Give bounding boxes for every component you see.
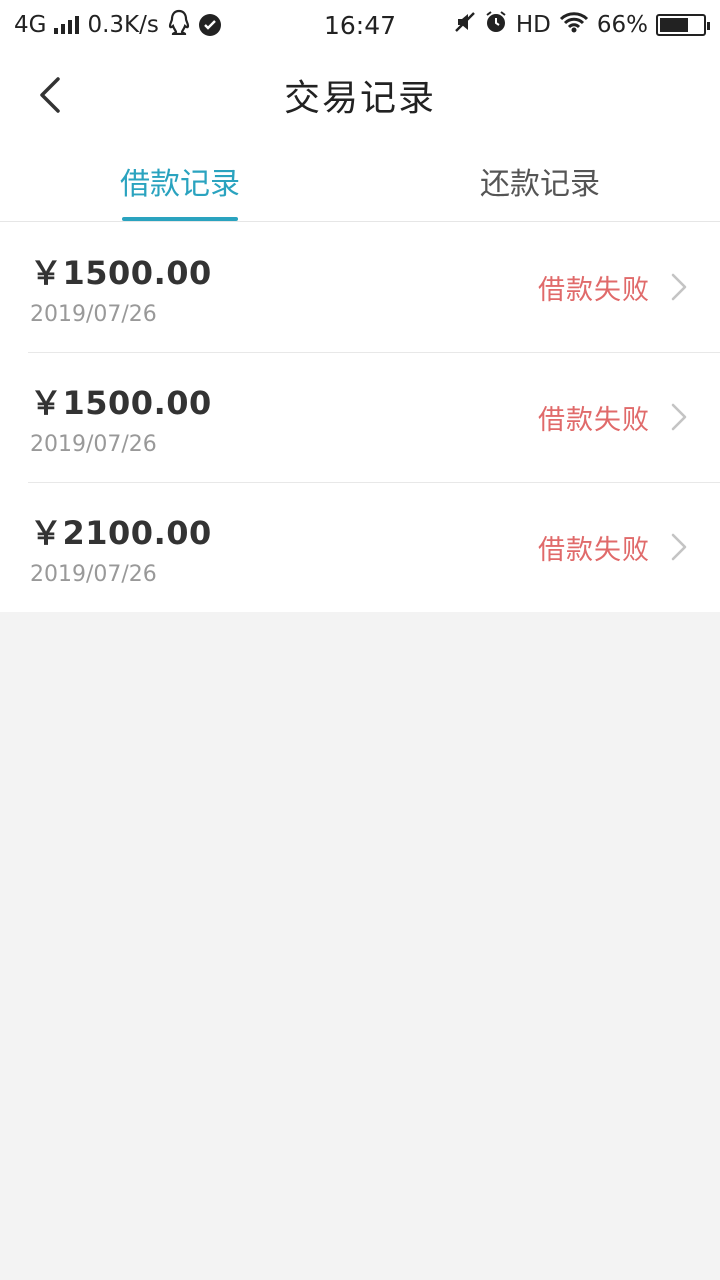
- wifi-icon: [559, 11, 589, 39]
- active-tab-indicator: [122, 217, 238, 221]
- app-header: 4G 0.3K/s 16:47 HD 66% 交易记录 借款记录 还款记录: [0, 0, 720, 222]
- check-circle-icon: [198, 14, 221, 36]
- chevron-right-icon: [668, 402, 690, 432]
- tab-label: 借款记录: [120, 166, 240, 202]
- navigation-bar: 交易记录: [0, 50, 720, 140]
- battery-percent: 66%: [596, 12, 648, 38]
- tab-label: 还款记录: [480, 166, 600, 202]
- tab-bar: 借款记录 还款记录: [0, 140, 720, 222]
- status-badge: 借款失败: [538, 404, 650, 436]
- battery-icon: [656, 14, 710, 36]
- list-item[interactable]: ￥1500.00 2019/07/26 借款失败: [0, 352, 720, 482]
- record-amount: ￥2100.00: [30, 513, 212, 552]
- record-info: ￥2100.00 2019/07/26: [30, 508, 212, 587]
- tab-repay-records[interactable]: 还款记录: [360, 140, 720, 221]
- record-status-group: 借款失败: [538, 268, 690, 307]
- list-item[interactable]: ￥1500.00 2019/07/26 借款失败: [0, 222, 720, 352]
- battery-fill: [660, 18, 688, 32]
- record-info: ￥1500.00 2019/07/26: [30, 248, 212, 327]
- status-badge: 借款失败: [538, 534, 650, 566]
- record-date: 2019/07/26: [30, 561, 157, 587]
- status-bar: 4G 0.3K/s 16:47 HD 66%: [0, 0, 720, 50]
- transaction-list: ￥1500.00 2019/07/26 借款失败 ￥1500.00 2019/0…: [0, 222, 720, 612]
- record-status-group: 借款失败: [538, 528, 690, 567]
- tab-borrow-records[interactable]: 借款记录: [0, 140, 360, 221]
- status-left: 4G 0.3K/s: [14, 9, 221, 41]
- chevron-left-icon: [40, 77, 60, 113]
- network-type: 4G: [14, 12, 47, 38]
- status-right: HD 66%: [454, 10, 710, 40]
- qq-icon: [167, 9, 191, 41]
- record-date: 2019/07/26: [30, 301, 157, 327]
- chevron-right-icon: [668, 272, 690, 302]
- signal-icon: [54, 16, 80, 34]
- alarm-icon: [484, 10, 508, 40]
- record-amount: ￥1500.00: [30, 383, 212, 422]
- mute-icon: [454, 11, 476, 39]
- status-badge: 借款失败: [538, 274, 650, 306]
- record-amount: ￥1500.00: [30, 253, 212, 292]
- record-date: 2019/07/26: [30, 431, 157, 457]
- record-status-group: 借款失败: [538, 398, 690, 437]
- record-info: ￥1500.00 2019/07/26: [30, 378, 212, 457]
- page-title: 交易记录: [283, 78, 436, 119]
- back-button[interactable]: [30, 72, 70, 118]
- list-item[interactable]: ￥2100.00 2019/07/26 借款失败: [0, 482, 720, 612]
- hd-label: HD: [515, 12, 551, 38]
- chevron-right-icon: [668, 532, 690, 562]
- network-speed: 0.3K/s: [87, 12, 159, 38]
